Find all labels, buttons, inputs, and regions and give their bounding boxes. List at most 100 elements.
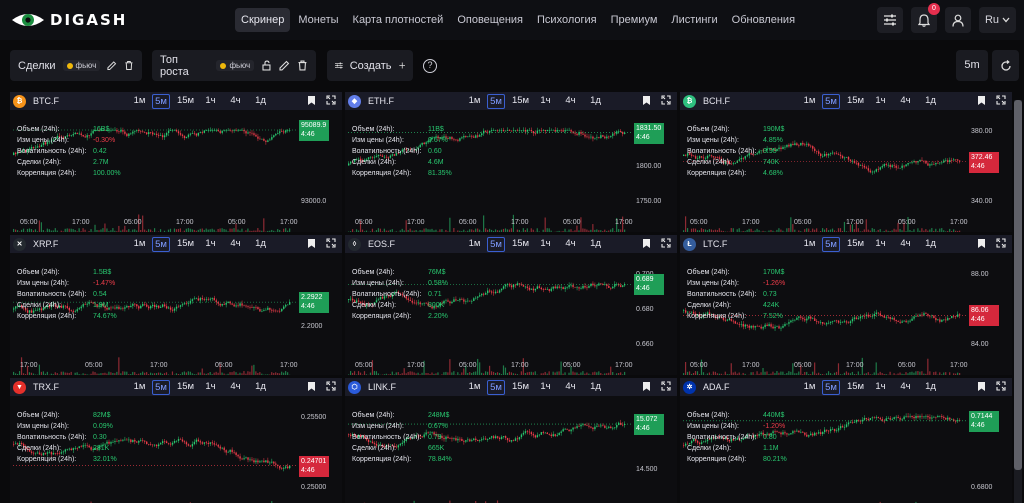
bookmark-icon[interactable]	[307, 238, 316, 249]
nav-density-map[interactable]: Карта плотностей	[347, 8, 450, 32]
edit-icon[interactable]	[107, 60, 117, 71]
scrollbar-thumb[interactable]	[1014, 100, 1022, 470]
timeframe-tab[interactable]: 15м	[508, 380, 533, 395]
timeframe-tab[interactable]: 15м	[843, 94, 868, 109]
symbol-label[interactable]: TRX.F	[33, 382, 93, 392]
timeframe-tab[interactable]: 1м	[127, 237, 152, 252]
timeframe-tab[interactable]: 4ч	[223, 94, 248, 109]
global-timeframe-button[interactable]: 5m	[956, 50, 988, 81]
timeframe-tab[interactable]: 4ч	[558, 380, 583, 395]
timeframe-tab[interactable]: 1м	[127, 94, 152, 109]
expand-icon[interactable]	[661, 238, 671, 248]
timeframe-tab[interactable]: 1ч	[198, 94, 223, 109]
expand-icon[interactable]	[996, 95, 1006, 105]
timeframe-tab[interactable]: 5м	[822, 236, 840, 252]
timeframe-tab[interactable]: 1м	[797, 94, 822, 109]
timeframe-tab[interactable]: 1д	[918, 237, 943, 252]
timeframe-tab[interactable]: 1м	[462, 380, 487, 395]
symbol-label[interactable]: ADA.F	[703, 382, 763, 392]
timeframe-tab[interactable]: 1д	[248, 94, 273, 109]
expand-icon[interactable]	[996, 238, 1006, 248]
nav-screener[interactable]: Скринер	[235, 8, 291, 32]
timeframe-tab[interactable]: 1д	[918, 380, 943, 395]
expand-icon[interactable]	[661, 381, 671, 391]
notifications-button[interactable]: 0	[910, 3, 940, 33]
timeframe-tab[interactable]: 5м	[152, 236, 170, 252]
edit-icon[interactable]	[279, 60, 290, 71]
timeframe-tab[interactable]: 15м	[173, 94, 198, 109]
unlock-icon[interactable]	[261, 60, 272, 71]
market-chip[interactable]: фьюч	[216, 60, 255, 71]
timeframe-tab[interactable]: 5м	[487, 236, 505, 252]
expand-icon[interactable]	[326, 95, 336, 105]
timeframe-tab[interactable]: 4ч	[893, 237, 918, 252]
timeframe-tab[interactable]: 1ч	[868, 94, 893, 109]
bookmark-icon[interactable]	[307, 381, 316, 392]
symbol-label[interactable]: BTC.F	[33, 96, 93, 106]
symbol-label[interactable]: ETH.F	[368, 96, 428, 106]
timeframe-tab[interactable]: 4ч	[558, 94, 583, 109]
timeframe-tab[interactable]: 1ч	[868, 237, 893, 252]
profile-button[interactable]	[944, 7, 971, 33]
symbol-label[interactable]: EOS.F	[368, 239, 428, 249]
expand-icon[interactable]	[326, 381, 336, 391]
refresh-button[interactable]	[992, 50, 1019, 81]
bookmark-icon[interactable]	[977, 381, 986, 392]
timeframe-tab[interactable]: 1д	[918, 94, 943, 109]
timeframe-tab[interactable]: 4ч	[223, 237, 248, 252]
timeframe-tab[interactable]: 1д	[583, 94, 608, 109]
nav-premium[interactable]: Премиум	[605, 8, 664, 32]
timeframe-tab[interactable]: 4ч	[223, 380, 248, 395]
bookmark-icon[interactable]	[977, 238, 986, 249]
timeframe-tab[interactable]: 5м	[152, 379, 170, 395]
timeframe-tab[interactable]: 15м	[843, 237, 868, 252]
timeframe-tab[interactable]: 1м	[462, 94, 487, 109]
timeframe-tab[interactable]: 15м	[843, 380, 868, 395]
bookmark-icon[interactable]	[642, 238, 651, 249]
nav-coins[interactable]: Монеты	[292, 8, 344, 32]
bookmark-icon[interactable]	[642, 381, 651, 392]
timeframe-tab[interactable]: 1м	[462, 237, 487, 252]
bookmark-icon[interactable]	[642, 95, 651, 106]
timeframe-tab[interactable]: 1д	[248, 380, 273, 395]
market-chip[interactable]: фьюч	[62, 60, 101, 71]
timeframe-tab[interactable]: 1д	[248, 237, 273, 252]
timeframe-tab[interactable]: 15м	[173, 237, 198, 252]
timeframe-tab[interactable]: 1ч	[533, 94, 558, 109]
timeframe-tab[interactable]: 4ч	[893, 94, 918, 109]
timeframe-tab[interactable]: 1д	[583, 380, 608, 395]
trash-icon[interactable]	[124, 60, 134, 71]
language-select[interactable]: Ru	[978, 7, 1016, 33]
logo[interactable]: DIGASH	[10, 8, 127, 32]
timeframe-tab[interactable]: 5м	[152, 93, 170, 109]
nav-alerts[interactable]: Оповещения	[451, 8, 529, 32]
timeframe-tab[interactable]: 1м	[797, 380, 822, 395]
timeframe-tab[interactable]: 15м	[508, 237, 533, 252]
timeframe-tab[interactable]: 1м	[127, 380, 152, 395]
timeframe-tab[interactable]: 5м	[487, 379, 505, 395]
timeframe-tab[interactable]: 1м	[797, 237, 822, 252]
timeframe-tab[interactable]: 1ч	[533, 237, 558, 252]
bookmark-icon[interactable]	[307, 95, 316, 106]
preset-top-gainers[interactable]: Топ роста фьюч	[152, 50, 316, 81]
symbol-label[interactable]: LINK.F	[368, 382, 428, 392]
symbol-label[interactable]: LTC.F	[703, 239, 763, 249]
preset-trades[interactable]: Сделки фьюч	[10, 50, 142, 81]
filters-button[interactable]	[876, 7, 903, 33]
symbol-label[interactable]: XRP.F	[33, 239, 93, 249]
expand-icon[interactable]	[996, 381, 1006, 391]
timeframe-tab[interactable]: 5м	[822, 93, 840, 109]
nav-listings[interactable]: Листинги	[665, 8, 723, 32]
symbol-label[interactable]: BCH.F	[703, 96, 763, 106]
timeframe-tab[interactable]: 15м	[508, 94, 533, 109]
timeframe-tab[interactable]: 1д	[583, 237, 608, 252]
create-button[interactable]: Создать	[327, 50, 413, 81]
bookmark-icon[interactable]	[977, 95, 986, 106]
timeframe-tab[interactable]: 1ч	[198, 237, 223, 252]
trash-icon[interactable]	[297, 60, 308, 71]
timeframe-tab[interactable]: 4ч	[558, 237, 583, 252]
timeframe-tab[interactable]: 1ч	[533, 380, 558, 395]
expand-icon[interactable]	[661, 95, 671, 105]
nav-updates[interactable]: Обновления	[726, 8, 801, 32]
timeframe-tab[interactable]: 5м	[487, 93, 505, 109]
